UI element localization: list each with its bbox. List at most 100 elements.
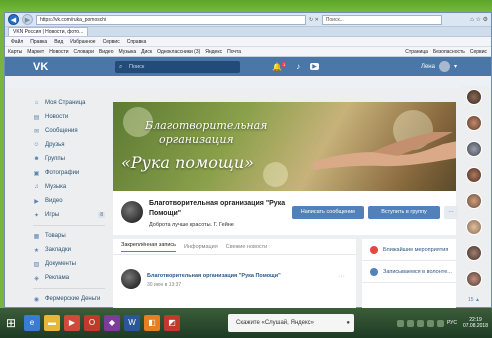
cover-line-1: Благотворительная [145,119,268,132]
vk-search-input[interactable]: ⌕ Поиск [115,60,240,73]
sidebar-item-label: Фотографии [45,170,80,176]
post-date[interactable]: 30 июн в 13:37 [147,282,181,288]
farm-icon: ◉ [33,296,40,303]
video-icon: ▶ [34,198,39,205]
yandex-alice-search[interactable]: Скажите «Слушай, Яндекс» ● [228,314,354,332]
pdf-icon[interactable]: ◩ [164,315,180,331]
fav-video[interactable]: Видео [99,49,114,55]
group-avatar[interactable] [121,201,143,223]
sidebar-item-home[interactable]: ⌂ Моя Страница [33,96,105,110]
fav-music[interactable]: Музыка [118,49,136,55]
send-message-button[interactable]: Написать сообщение [292,206,364,219]
fav-maps[interactable]: Карты [8,49,22,55]
sidebar-item-message[interactable]: ✉ Сообщения [33,124,105,138]
tab-pinned[interactable]: Закреплённая запись [121,242,177,252]
menu-tools[interactable]: Сервис [103,39,120,45]
sidebar-item-music[interactable]: ♫ Музыка [33,180,105,194]
ie-icon[interactable]: e [24,315,40,331]
fav-yandex[interactable]: Яндекс [205,49,222,55]
friend-avatar[interactable] [466,141,482,157]
sidebar-item-group[interactable]: ☻ Группы [33,152,105,166]
menu-edit[interactable]: Правка [30,39,47,45]
tray-icon[interactable] [416,319,424,327]
friends-count[interactable]: 15 ▲ [468,297,480,303]
fav-disk[interactable]: Диск [141,49,152,55]
sidebar-item-friend[interactable]: ☺ Друзья [33,138,105,152]
fav-news[interactable]: Новости [49,49,68,55]
fav-market[interactable]: Маркет [27,49,44,55]
forward-button[interactable]: ▶ [22,14,33,25]
sidebar-item-bookmark[interactable]: ★ Закладки [33,243,105,257]
cmd-tools[interactable]: Сервис [470,49,487,55]
address-bar[interactable]: https://vk.com/ruka_pomoschi [36,14,306,25]
sidebar-item-label: Реклама [45,275,70,281]
friend-avatar[interactable] [466,167,482,183]
vk-logo[interactable]: VK [33,61,73,73]
media-icon[interactable]: ▶ [64,315,80,331]
bell-icon[interactable]: 🔔1 [272,61,287,71]
sidebar-item-photo[interactable]: ▣ Фотографии [33,166,105,180]
tray-icon[interactable] [436,319,444,327]
browser-tab[interactable]: VKN Россия | Новости, фото... [8,27,89,36]
sidebar-item-game[interactable]: ✦ Игры 8 [33,208,105,222]
post-more-button[interactable]: ··· [338,273,345,280]
clock[interactable]: 22:19 07.08.2018 [463,317,488,329]
menu-divider [33,225,105,226]
sidebar-item-document[interactable]: ▧ Документы [33,257,105,271]
tab-info[interactable]: Информация [184,244,218,250]
menu-view[interactable]: Вид [54,39,63,45]
document-icon: ▧ [33,261,40,268]
notification-badge: 1 [281,61,287,67]
menu-file[interactable]: Файл [11,39,23,45]
cmd-security[interactable]: Безопасность [433,49,465,55]
language-indicator[interactable]: РУС [447,320,457,326]
folder-icon[interactable]: ▬ [44,315,60,331]
play-icon[interactable]: ▶ [310,63,319,70]
fav-dictionaries[interactable]: Словари [74,49,94,55]
tray-icon[interactable] [406,319,414,327]
word-icon[interactable]: W [124,315,140,331]
post-author-avatar[interactable] [121,269,141,289]
join-group-button[interactable]: Вступить в группу [368,206,440,219]
tab-news[interactable]: Свежие новости [226,244,268,250]
sidebar-item-label: Музыка [45,184,67,190]
cmd-page[interactable]: Страница [405,49,428,55]
favorites-bar: Карты Маркет Новости Словари Видео Музык… [5,47,491,57]
sidebar-item-news[interactable]: ▤ Новости [33,110,105,124]
viber-icon[interactable]: ◆ [104,315,120,331]
menu-help[interactable]: Справка [127,39,147,45]
friend-avatar[interactable] [466,89,482,105]
fav-mail[interactable]: Почта [227,49,241,55]
side-item-volunteer[interactable]: Записываемся в волонте... [362,261,456,283]
tray-icon[interactable] [396,319,404,327]
menu-favorites[interactable]: Избранное [70,39,95,45]
friend-avatar[interactable] [466,219,482,235]
home-star-gear-icons[interactable]: ⌂ ☆ ⚙ [470,16,488,23]
friend-avatar[interactable] [466,271,482,287]
clock-date: 07.08.2018 [462,323,488,329]
app-icon[interactable]: ◧ [144,315,160,331]
microphone-icon[interactable]: ● [346,314,350,332]
start-button[interactable]: ⊞ [6,316,20,330]
sidebar-item-ads[interactable]: ◈ Реклама [33,271,105,285]
friend-avatar[interactable] [466,115,482,131]
more-actions-button[interactable]: ··· [444,206,458,219]
vk-user-menu[interactable]: Лена ▾ [421,61,457,72]
post-author[interactable]: Благотворительная организация "Рука Помо… [147,273,281,279]
sidebar-item-farm[interactable]: ◉ Фермерские Деньги [33,292,105,306]
sidebar-item-goods[interactable]: ▦ Товары [33,229,105,243]
side-item-events[interactable]: Ближайшие мероприятия [362,239,456,261]
sidebar-item-video[interactable]: ▶ Видео [33,194,105,208]
tray-icon[interactable] [426,319,434,327]
friend-avatar[interactable] [466,193,482,209]
sidebar-item-label: Документы [45,261,76,267]
opera-icon[interactable]: O [84,315,100,331]
back-button[interactable]: ◀ [8,14,19,25]
fav-ok[interactable]: Одноклассники (3) [157,49,200,55]
refresh-icon[interactable]: ↻ ✕ [309,17,319,23]
music-note-icon[interactable]: ♪ [296,62,300,71]
browser-search-box[interactable]: Поиск... [321,14,442,25]
friend-avatar[interactable] [466,245,482,261]
sidebar-item-label: Друзья [45,142,65,148]
friends-strip: 15 ▲ [460,85,488,307]
